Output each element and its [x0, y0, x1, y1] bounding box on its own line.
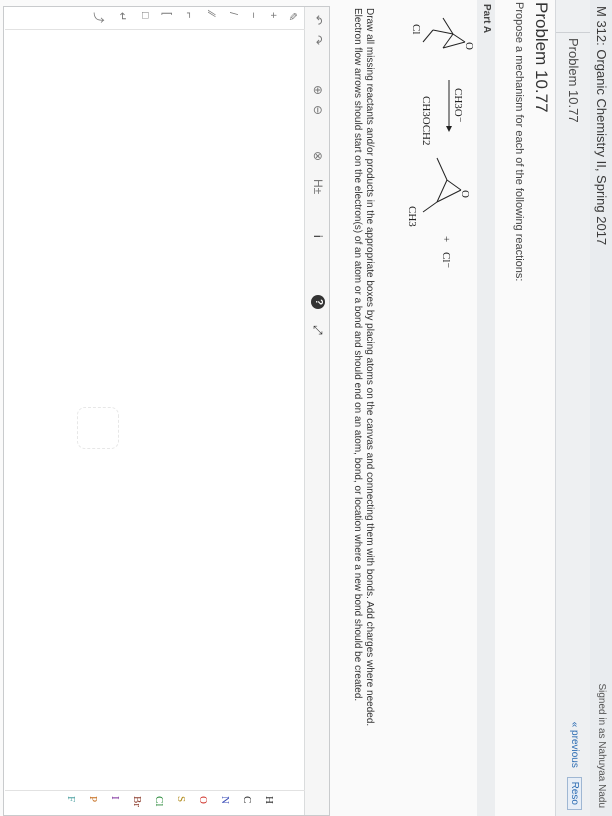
charge-plus-tool-icon[interactable]: + [267, 12, 279, 18]
element-o[interactable]: O [197, 796, 209, 804]
info-icon[interactable]: i [311, 235, 325, 238]
byproduct-label: Cl⁻ [440, 252, 452, 268]
breadcrumb: Problem 10.77 « previous Reso [555, 0, 590, 816]
element-palette: H C N O S Cl Br I P F [5, 790, 305, 813]
wedge-bond-tool-icon[interactable]: ⌐ [183, 12, 195, 18]
double-bond-tool-icon[interactable]: ⁄⁄ [205, 12, 217, 16]
clear-icon[interactable]: ⊗ [311, 151, 325, 161]
element-br[interactable]: Br [131, 796, 143, 807]
previous-button[interactable]: « previous [569, 722, 580, 768]
drawing-editor[interactable]: ↶ ↷ ⊕ ⊖ ⊗ H± i ? ⤢ ✎ + − / ⁄⁄ ⌐ [□ ↵ ⤴ … [3, 6, 330, 816]
element-p[interactable]: P [87, 796, 99, 802]
undo-icon[interactable]: ↶ [311, 15, 325, 25]
rotated-page: M 312: Organic Chemistry II, Spring 2017… [0, 0, 612, 816]
tool-palette: ✎ + − / ⁄⁄ ⌐ [ □ ↵ ⤴ [5, 7, 305, 30]
element-f[interactable]: F [65, 796, 77, 802]
problem-nav: « previous Reso [567, 722, 582, 810]
element-s[interactable]: S [175, 796, 187, 802]
problem-title: Problem 10.77 [532, 2, 551, 113]
zoom-out-icon[interactable]: ⊖ [311, 105, 325, 115]
solvent-label: CH3OCH2 [420, 96, 432, 146]
element-c[interactable]: C [241, 796, 253, 803]
element-cl[interactable]: Cl [153, 796, 165, 806]
part-header[interactable]: Part A [477, 0, 495, 816]
box-tool-icon[interactable]: □ [139, 12, 151, 19]
reactant-oxygen-label: O [463, 42, 475, 50]
problem-description: Propose a mechanism for each of the foll… [513, 2, 525, 282]
instructions-text: Draw all missing reactants and/or produc… [352, 8, 375, 727]
screenshot-stage: M 312: Organic Chemistry II, Spring 2017… [0, 0, 612, 816]
reaction-scheme: O Cl CH3O⁻ CH3OCH2 O CH3 + Cl⁻ [406, 17, 475, 268]
element-i[interactable]: I [109, 796, 121, 800]
course-header: M 312: Organic Chemistry II, Spring 2017… [589, 0, 612, 816]
signed-in-text: Signed in as Nahuyaa Nadu [596, 683, 607, 808]
breadcrumb-problem[interactable]: Problem 10.77 [566, 38, 581, 123]
part-label: Part A [481, 4, 492, 34]
breadcrumb-back-arrow-icon[interactable] [556, 18, 590, 33]
reaction-arrow: CH3O⁻ CH3OCH2 [420, 80, 464, 146]
single-bond-tool-icon[interactable]: / [227, 12, 239, 15]
reactant-molecule: O Cl [410, 17, 475, 50]
reagent-label: CH3O⁻ [452, 88, 464, 123]
element-h[interactable]: H [263, 796, 275, 804]
reactant-substituent-label: Cl [410, 24, 422, 34]
product-oxygen-label: O [459, 190, 471, 198]
help-icon[interactable]: ? [311, 295, 325, 309]
plus-sign: + [440, 236, 452, 242]
zoom-in-icon[interactable]: ⊕ [311, 85, 325, 95]
canvas-template-icon [77, 407, 119, 449]
arrow-tool-icon[interactable]: ↵ [116, 12, 129, 21]
editor-toolbar: ↶ ↷ ⊕ ⊖ ⊗ H± i ? ⤢ [304, 7, 329, 815]
element-n[interactable]: N [219, 796, 231, 804]
product-substituent-label: CH3 [406, 206, 418, 227]
curved-arrow-tool-icon[interactable]: ⤴ [91, 12, 107, 23]
expand-icon[interactable]: ⤢ [310, 325, 325, 335]
pencil-tool-icon[interactable]: ✎ [286, 12, 299, 21]
product-molecule: O CH3 + Cl⁻ [406, 157, 471, 268]
problem-content: Problem 10.77 Propose a mechanism for ea… [0, 0, 555, 816]
redo-icon[interactable]: ↷ [311, 35, 325, 45]
reset-button[interactable]: Reso [567, 776, 582, 810]
bracket-tool-icon[interactable]: [ [161, 12, 173, 15]
course-title: M 312: Organic Chemistry II, Spring 2017 [594, 6, 609, 246]
charge-minus-tool-icon[interactable]: − [247, 12, 259, 18]
hydrogen-toggle[interactable]: H± [311, 179, 325, 194]
